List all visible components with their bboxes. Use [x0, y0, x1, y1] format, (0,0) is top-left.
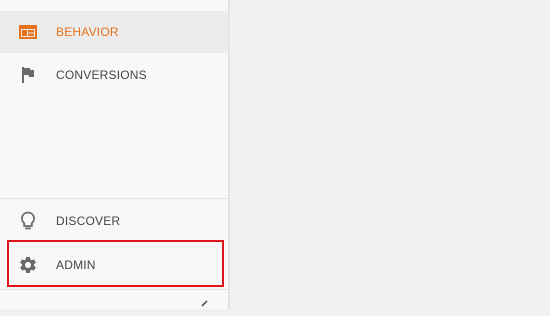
- nav-item-label: DISCOVER: [56, 214, 121, 228]
- sidebar: BEHAVIOR CONVERSIONS DISCOVER ADMIN: [0, 0, 229, 310]
- flag-icon: [18, 65, 38, 85]
- main-content-area: [230, 0, 550, 310]
- divider: [0, 198, 228, 199]
- behavior-icon: [18, 22, 38, 42]
- nav-item-label: CONVERSIONS: [56, 68, 147, 82]
- nav-item-discover[interactable]: DISCOVER: [0, 200, 228, 242]
- chevron-left-icon: [198, 298, 210, 316]
- collapse-sidebar-button[interactable]: [196, 298, 212, 310]
- nav-item-label: BEHAVIOR: [56, 25, 119, 39]
- divider: [0, 289, 228, 290]
- admin-highlight-box: [7, 240, 224, 287]
- nav-item-conversions[interactable]: CONVERSIONS: [0, 54, 228, 96]
- lightbulb-icon: [18, 211, 38, 231]
- nav-item-behavior[interactable]: BEHAVIOR: [0, 11, 228, 53]
